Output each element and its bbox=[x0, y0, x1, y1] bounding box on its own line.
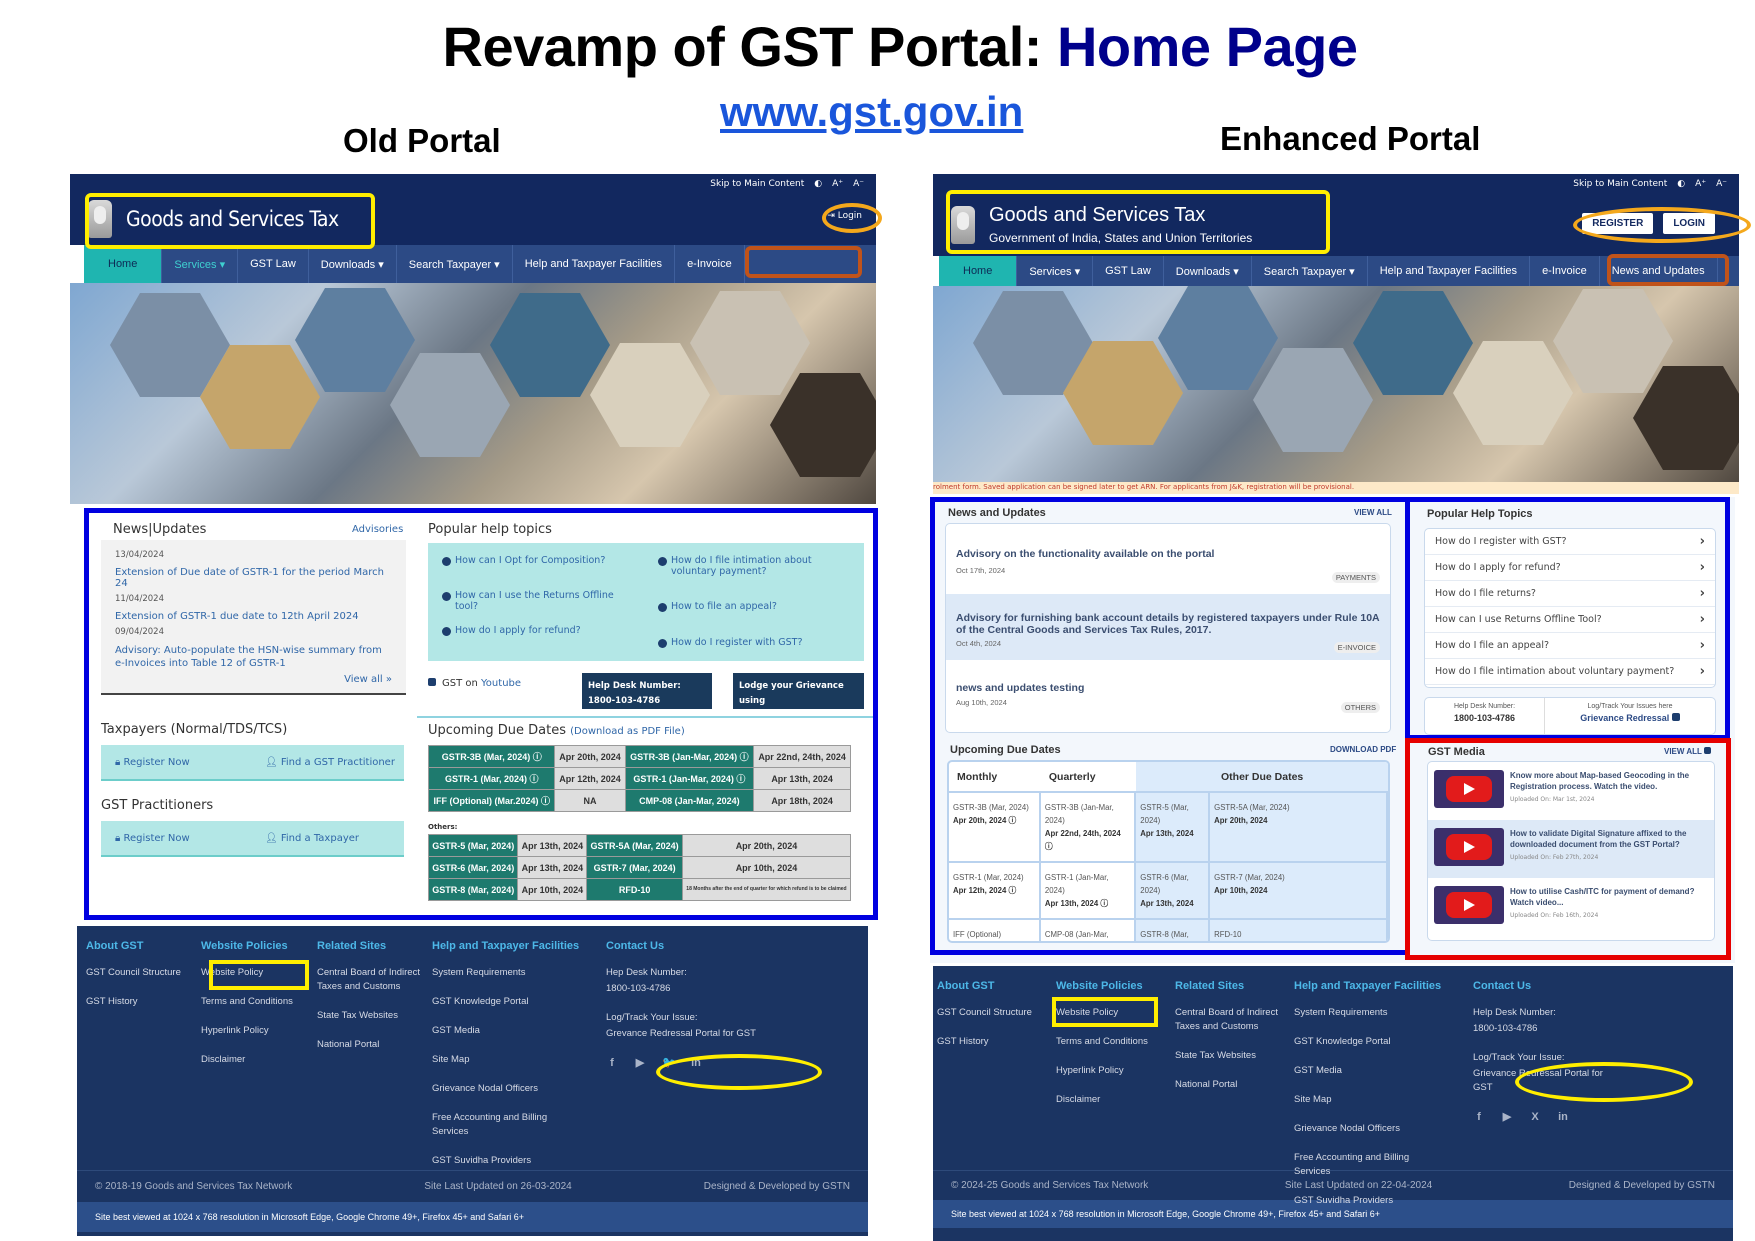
skip-to-main-link[interactable]: Skip to Main Content bbox=[1573, 179, 1667, 189]
footer-link[interactable]: Site Map bbox=[432, 1053, 582, 1067]
footer-column-heading: Help and Taxpayer Facilities bbox=[1294, 980, 1442, 992]
copyright-text: © 2024-25 Goods and Services Tax Network bbox=[951, 1180, 1149, 1191]
contact-text: 1800-103-4786 bbox=[1473, 1023, 1538, 1034]
skip-to-main-link[interactable]: Skip to Main Content bbox=[710, 179, 804, 189]
footer-link[interactable]: GST Knowledge Portal bbox=[1294, 1035, 1444, 1049]
nav-gst-law[interactable]: GST Law bbox=[238, 245, 309, 283]
nav-e-invoice[interactable]: e-Invoice bbox=[675, 245, 745, 283]
highlight-gst-media bbox=[1405, 738, 1731, 960]
nav-downloads[interactable]: Downloads ▾ bbox=[1164, 256, 1252, 286]
best-viewed-text: Site best viewed at 1024 x 768 resolutio… bbox=[77, 1202, 868, 1232]
highlight-social-icons bbox=[656, 1054, 822, 1090]
footer-link[interactable]: GST Suvidha Providers bbox=[432, 1154, 582, 1168]
nav-search-taxpayer[interactable]: Search Taxpayer ▾ bbox=[1252, 256, 1368, 286]
footer-link[interactable]: Grievance Nodal Officers bbox=[432, 1082, 582, 1096]
highlight-site-title bbox=[946, 190, 1330, 254]
youtube-icon[interactable]: ▶ bbox=[634, 1056, 646, 1069]
footer-link[interactable]: System Requirements bbox=[1294, 1006, 1444, 1020]
footer-link[interactable]: GST Knowledge Portal bbox=[432, 995, 582, 1009]
footer-column-heading: Contact Us bbox=[1473, 980, 1532, 992]
highlight-site-title bbox=[85, 193, 375, 249]
nav-services[interactable]: Services ▾ bbox=[162, 245, 239, 283]
footer-link[interactable]: Central Board of Indirect Taxes and Cust… bbox=[1175, 1006, 1285, 1034]
contact-text: Hep Desk Number: bbox=[606, 967, 687, 978]
footer-column: Help and Taxpayer Facilities System Requi… bbox=[1294, 980, 1444, 1223]
font-decrease-button[interactable]: A⁻ bbox=[1716, 179, 1727, 189]
nav-downloads[interactable]: Downloads ▾ bbox=[309, 245, 397, 283]
footer-link[interactable]: Grievance Nodal Officers bbox=[1294, 1122, 1444, 1136]
footer-link[interactable]: GST Suvidha Providers bbox=[1294, 1194, 1444, 1208]
nav-help-taxpayer-facilities[interactable]: Help and Taxpayer Facilities bbox=[513, 245, 676, 283]
highlight-social-icons bbox=[1515, 1062, 1693, 1102]
footer-link[interactable]: Free Accounting and Billing Services bbox=[432, 1111, 582, 1139]
title-highlight: Home Page bbox=[1056, 15, 1358, 78]
nav-gst-law[interactable]: GST Law bbox=[1093, 256, 1164, 286]
portal-url-link[interactable]: www.gst.gov.in bbox=[720, 88, 1023, 136]
facebook-icon[interactable]: f bbox=[1473, 1111, 1485, 1123]
highlight-login bbox=[822, 203, 882, 233]
highlight-website-policy bbox=[209, 960, 309, 990]
footer-link[interactable]: GST Media bbox=[432, 1024, 582, 1038]
contact-text[interactable]: Grevance Redressal Portal for GST bbox=[606, 1027, 756, 1041]
footer-column-heading: Help and Taxpayer Facilities bbox=[432, 940, 580, 952]
footer-link[interactable]: Free Accounting and Billing Services bbox=[1294, 1151, 1444, 1179]
font-increase-button[interactable]: A⁺ bbox=[832, 179, 843, 189]
font-decrease-button[interactable]: A⁻ bbox=[853, 179, 864, 189]
footer-column: Contact Us Hep Desk Number: 1800-103-4786 L… bbox=[606, 940, 756, 1069]
old-portal-label: Old Portal bbox=[343, 122, 501, 159]
contact-text: 1800-103-4786 bbox=[606, 983, 671, 994]
footer-link[interactable]: System Requirements bbox=[432, 966, 582, 980]
copyright-text: © 2018-19 Goods and Services Tax Network bbox=[95, 1181, 293, 1192]
highlight-missing-news-tab bbox=[745, 246, 862, 278]
contact-text: Help Desk Number: bbox=[1473, 1007, 1556, 1018]
font-increase-button[interactable]: A⁺ bbox=[1695, 179, 1706, 189]
footer-link[interactable]: Central Board of Indirect Taxes and Cust… bbox=[317, 966, 427, 994]
nav-e-invoice[interactable]: e-Invoice bbox=[1530, 256, 1600, 286]
contrast-toggle-icon[interactable]: ◐ bbox=[814, 179, 822, 189]
highlight-help-topics bbox=[1405, 497, 1730, 740]
footer-column: Help and Taxpayer Facilities System Requi… bbox=[432, 940, 582, 1183]
designed-by-text: Designed & Developed by GSTN bbox=[1568, 1180, 1715, 1191]
slide-title: Revamp of GST Portal: Home Page bbox=[0, 14, 1755, 79]
highlight-website-policy bbox=[1052, 997, 1158, 1027]
enhanced-portal-label: Enhanced Portal bbox=[1220, 120, 1481, 157]
nav-search-taxpayer[interactable]: Search Taxpayer ▾ bbox=[397, 245, 513, 283]
footer-link[interactable]: Site Map bbox=[1294, 1093, 1444, 1107]
alert-ticker: rolment form. Saved application can be s… bbox=[933, 482, 1739, 494]
contrast-toggle-icon[interactable]: ◐ bbox=[1677, 179, 1685, 189]
footer-link[interactable]: GST Media bbox=[1294, 1064, 1444, 1078]
nav-home[interactable]: Home bbox=[84, 245, 163, 283]
highlight-old-content bbox=[84, 508, 878, 920]
highlight-auth-buttons bbox=[1573, 207, 1751, 243]
social-links: f ▶ Xin bbox=[1473, 1110, 1623, 1123]
hero-banner-image bbox=[933, 286, 1739, 482]
linkedin-icon[interactable]: in bbox=[1557, 1111, 1569, 1123]
contact-text: Log/Track Your Issue: bbox=[606, 1012, 698, 1023]
facebook-icon[interactable]: f bbox=[606, 1057, 618, 1069]
nav-services[interactable]: Services ▾ bbox=[1017, 256, 1094, 286]
highlight-news-tab bbox=[1607, 254, 1729, 286]
title-prefix: Revamp of GST Portal: bbox=[442, 15, 1057, 78]
highlight-news-due bbox=[930, 497, 1410, 955]
footer-column-heading: Contact Us bbox=[606, 940, 665, 952]
x-icon[interactable]: X bbox=[1529, 1111, 1541, 1123]
old-utility-bar: Skip to Main Content ◐ A⁺ A⁻ bbox=[70, 174, 876, 193]
nav-home[interactable]: Home bbox=[939, 256, 1018, 286]
youtube-icon[interactable]: ▶ bbox=[1501, 1110, 1513, 1123]
designed-by-text: Designed & Developed by GSTN bbox=[703, 1181, 850, 1192]
nav-help-taxpayer-facilities[interactable]: Help and Taxpayer Facilities bbox=[1368, 256, 1531, 286]
hero-banner-image bbox=[70, 283, 876, 504]
